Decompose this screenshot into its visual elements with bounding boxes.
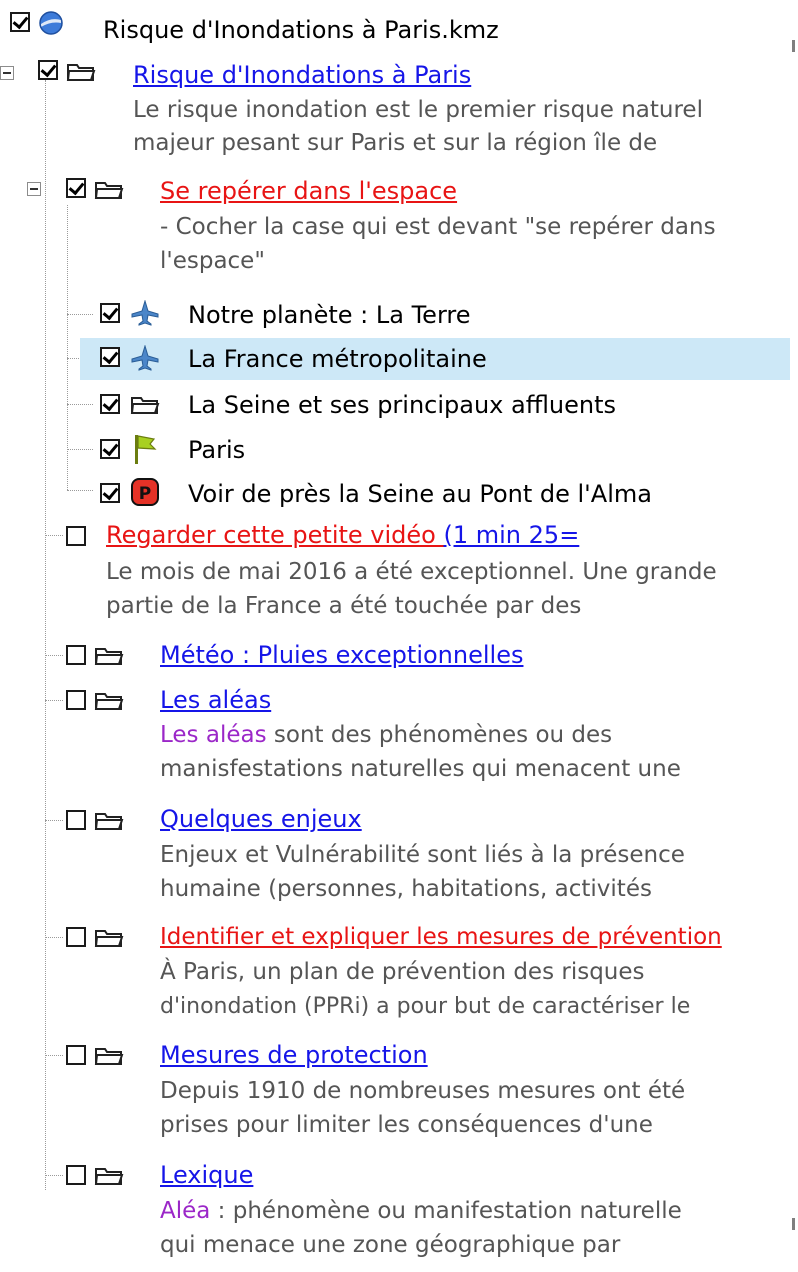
airplane-icon	[130, 345, 160, 371]
tree-line	[45, 655, 63, 656]
enjeux-checkbox[interactable]	[66, 810, 86, 830]
meteo-checkbox[interactable]	[66, 645, 86, 665]
seine-item-checkbox[interactable]	[100, 394, 120, 414]
video-link-red[interactable]: Regarder cette petite vidéo	[106, 521, 444, 549]
protection-desc-1: Depuis 1910 de nombreuses mesures ont ét…	[160, 1078, 686, 1104]
meteo-link[interactable]: Météo : Pluies exceptionnelles	[160, 640, 523, 670]
locate-folder-desc-1: - Cocher la case qui est devant "se repé…	[160, 214, 716, 240]
parking-icon: P	[131, 478, 159, 506]
flag-icon	[132, 433, 158, 465]
scrollbar-top-mark[interactable]	[792, 40, 795, 52]
aleas-desc-highlight: Les aléas	[160, 722, 267, 748]
tree-line	[67, 490, 93, 491]
protection-link[interactable]: Mesures de protection	[160, 1040, 428, 1070]
aleas-checkbox[interactable]	[66, 690, 86, 710]
tree-line	[45, 1175, 63, 1176]
enjeux-desc-1: Enjeux et Vulnérabilité sont liés à la p…	[160, 842, 685, 868]
scrollbar-bottom-mark[interactable]	[792, 1218, 795, 1230]
folder-icon	[66, 58, 96, 84]
tree-line	[45, 535, 63, 536]
enjeux-desc-2: humaine (personnes, habitations, activit…	[160, 876, 652, 902]
paris-item-checkbox[interactable]	[100, 439, 120, 459]
earth-item-checkbox[interactable]	[100, 303, 120, 323]
video-label[interactable]: Regarder cette petite vidéo (1 min 25=	[106, 520, 579, 550]
seine-item-label[interactable]: La Seine et ses principaux affluents	[188, 390, 616, 420]
folder-icon	[94, 807, 124, 833]
folder-icon	[94, 1162, 124, 1188]
earth-icon	[38, 10, 64, 36]
folder-icon	[94, 924, 124, 950]
tree-line	[67, 449, 93, 450]
lexique-desc-2: qui menace une zone géographique par	[160, 1232, 621, 1258]
locate-folder-link[interactable]: Se repérer dans l'espace	[160, 176, 457, 206]
tree-line	[45, 937, 63, 938]
protection-checkbox[interactable]	[66, 1045, 86, 1065]
lexique-checkbox[interactable]	[66, 1165, 86, 1185]
video-desc-2: partie de la France a été touchée par de…	[106, 593, 582, 619]
folder-icon	[94, 1042, 124, 1068]
protection-desc-2: prises pour limiter les conséquences d'u…	[160, 1112, 653, 1138]
main-folder-link[interactable]: Risque d'Inondations à Paris	[133, 60, 471, 90]
folder-icon	[94, 642, 124, 668]
tree-line	[45, 820, 63, 821]
aleas-link[interactable]: Les aléas	[160, 685, 271, 715]
tree-line	[45, 80, 46, 1190]
tree-line	[45, 1055, 63, 1056]
lexique-desc-1: Aléa : phénomène ou manifestation nature…	[160, 1196, 682, 1227]
prevention-link[interactable]: Identifier et expliquer les mesures de p…	[160, 922, 722, 952]
aleas-desc-rest: sont des phénomènes ou des	[266, 722, 613, 748]
alma-item-checkbox[interactable]	[100, 483, 120, 503]
tree-line	[67, 404, 93, 405]
folder-icon	[130, 391, 160, 417]
root-label[interactable]: Risque d'Inondations à Paris.kmz	[103, 15, 499, 45]
root-checkbox[interactable]	[10, 12, 30, 32]
prevention-checkbox[interactable]	[66, 927, 86, 947]
aleas-desc-2: manisfestations naturelles qui menacent …	[160, 756, 681, 782]
video-link-blue[interactable]: (1 min 25=	[444, 521, 580, 549]
lexique-desc-rest: : phénomène ou manifestation naturelle	[210, 1198, 682, 1224]
folder-icon	[94, 687, 124, 713]
earth-item-label[interactable]: Notre planète : La Terre	[188, 300, 471, 330]
airplane-icon	[130, 300, 160, 326]
france-item-label[interactable]: La France métropolitaine	[188, 344, 487, 374]
prevention-desc-1: À Paris, un plan de prévention des risqu…	[160, 959, 645, 985]
video-checkbox[interactable]	[66, 526, 86, 546]
locate-folder-desc-2: l'espace"	[160, 248, 265, 274]
locate-folder-checkbox[interactable]	[66, 178, 86, 198]
main-folder-desc-2: majeur pesant sur Paris et sur la région…	[133, 130, 658, 156]
lexique-link[interactable]: Lexique	[160, 1160, 253, 1190]
locate-folder-expander[interactable]	[27, 182, 41, 196]
aleas-desc-1: Les aléas sont des phénomènes ou des	[160, 720, 612, 751]
video-desc-1: Le mois de mai 2016 a été exceptionnel. …	[106, 559, 717, 585]
lexique-desc-highlight: Aléa	[160, 1198, 211, 1224]
main-folder-checkbox[interactable]	[38, 60, 58, 80]
prevention-desc-2: d'inondation (PPRi) a pour but de caract…	[160, 994, 691, 1019]
enjeux-link[interactable]: Quelques enjeux	[160, 804, 362, 834]
tree-line	[45, 700, 63, 701]
main-folder-desc-1: Le risque inondation est le premier risq…	[133, 97, 703, 123]
france-item-checkbox[interactable]	[100, 347, 120, 367]
tree-line	[67, 205, 68, 490]
folder-icon	[94, 176, 124, 202]
svg-text:P: P	[139, 484, 151, 504]
main-folder-expander[interactable]	[0, 66, 14, 80]
paris-item-label[interactable]: Paris	[188, 435, 245, 465]
alma-item-label[interactable]: Voir de près la Seine au Pont de l'Alma	[188, 479, 652, 509]
